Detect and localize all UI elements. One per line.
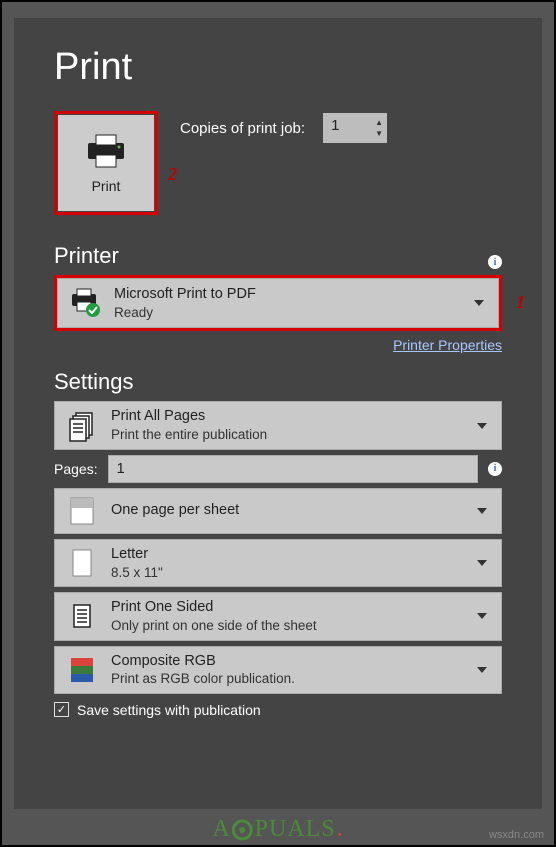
copies-label: Copies of print job: <box>180 120 305 137</box>
chevron-down-icon <box>474 300 484 306</box>
one-sided-icon <box>65 599 99 633</box>
layout-text: One page per sheet <box>111 501 465 520</box>
printer-properties-link[interactable]: Printer Properties <box>393 337 502 353</box>
chevron-down-icon <box>477 667 487 673</box>
print-button[interactable]: Print <box>58 115 154 211</box>
spinner-up-icon[interactable]: ▲ <box>375 118 383 127</box>
print-button-highlight: Print 2 <box>54 111 158 215</box>
printer-heading: Printer <box>54 243 119 269</box>
rgb-color-icon <box>65 653 99 687</box>
color-dropdown[interactable]: Composite RGB Print as RGB color publica… <box>54 646 502 694</box>
spinner-down-icon[interactable]: ▼ <box>375 129 383 138</box>
save-settings-checkbox[interactable]: ✓ <box>54 702 69 717</box>
print-range-dropdown[interactable]: Print All Pages Print the entire publica… <box>54 401 502 449</box>
chevron-down-icon <box>477 613 487 619</box>
printer-status-icon <box>68 286 102 320</box>
chevron-down-icon <box>477 560 487 566</box>
paper-dropdown[interactable]: Letter 8.5 x 11" <box>54 539 502 587</box>
printer-properties-row: Printer Properties <box>54 337 502 355</box>
layout-title: One page per sheet <box>111 501 465 520</box>
pages-label: Pages: <box>54 461 98 477</box>
print-range-sub: Print the entire publication <box>111 426 465 444</box>
save-settings-row[interactable]: ✓ Save settings with publication <box>54 702 502 718</box>
page-layout-icon <box>65 494 99 528</box>
chevron-down-icon <box>477 423 487 429</box>
settings-section-heading-row: Settings <box>54 369 502 395</box>
layout-dropdown[interactable]: One page per sheet <box>54 488 502 534</box>
print-button-label: Print <box>92 178 121 194</box>
info-icon[interactable]: i <box>488 255 502 269</box>
paper-title: Letter <box>111 545 465 564</box>
spinner-arrows[interactable]: ▲ ▼ <box>371 113 387 143</box>
callout-1: 1 <box>516 292 525 313</box>
duplex-dropdown[interactable]: Print One Sided Only print on one side o… <box>54 592 502 640</box>
printer-section-heading-row: Printer i <box>54 243 502 269</box>
info-icon[interactable]: i <box>488 462 502 476</box>
copies-spinner[interactable]: 1 ▲ ▼ <box>323 113 387 143</box>
settings-stack: Print All Pages Print the entire publica… <box>54 401 502 718</box>
printer-name: Microsoft Print to PDF <box>114 285 462 304</box>
color-text: Composite RGB Print as RGB color publica… <box>111 652 465 688</box>
pages-row: Pages: i <box>54 455 502 483</box>
gear-icon <box>232 819 254 841</box>
duplex-title: Print One Sided <box>111 598 465 617</box>
duplex-sub: Only print on one side of the sheet <box>111 617 465 635</box>
printer-dropdown[interactable]: Microsoft Print to PDF Ready <box>57 278 499 328</box>
color-sub: Print as RGB color publication. <box>111 670 465 688</box>
save-settings-label: Save settings with publication <box>77 702 261 718</box>
print-range-text: Print All Pages Print the entire publica… <box>111 407 465 443</box>
paper-size-icon <box>65 546 99 580</box>
printer-dropdown-highlight: Microsoft Print to PDF Ready 1 <box>54 275 502 331</box>
paper-sub: 8.5 x 11" <box>111 564 465 582</box>
appuals-logo: A PUALS . <box>212 816 343 843</box>
copies-value[interactable]: 1 <box>323 113 371 143</box>
page-title: Print <box>54 46 502 89</box>
pages-input[interactable] <box>108 455 478 483</box>
top-row: Print 2 Copies of print job: 1 ▲ ▼ <box>54 111 502 215</box>
settings-heading: Settings <box>54 369 134 395</box>
paper-text: Letter 8.5 x 11" <box>111 545 465 581</box>
watermark: wsxdn.com <box>489 829 544 841</box>
color-title: Composite RGB <box>111 652 465 671</box>
pages-stack-icon <box>65 409 99 443</box>
callout-2: 2 <box>168 164 177 185</box>
printer-dropdown-text: Microsoft Print to PDF Ready <box>114 285 462 321</box>
print-range-title: Print All Pages <box>111 407 465 426</box>
printer-status: Ready <box>114 304 462 322</box>
chevron-down-icon <box>477 508 487 514</box>
copies-row: Copies of print job: 1 ▲ ▼ <box>180 113 387 143</box>
printer-icon <box>85 133 127 172</box>
duplex-text: Print One Sided Only print on one side o… <box>111 598 465 634</box>
print-panel: Print Print 2 Copies of print job: 1 <box>14 18 542 809</box>
